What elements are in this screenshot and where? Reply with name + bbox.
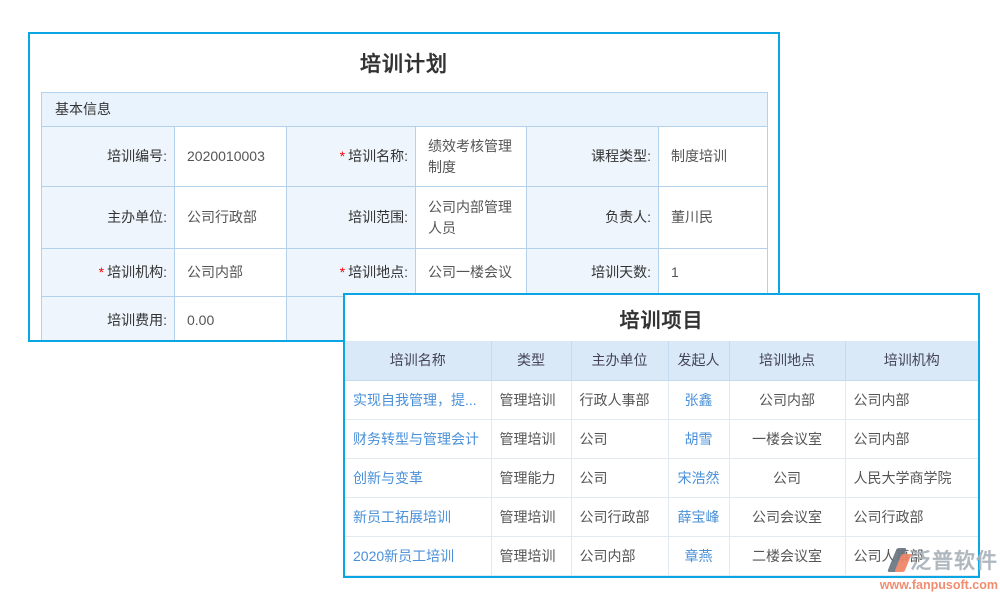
table-row: 创新与变革管理能力公司宋浩然公司人民大学商学院 — [345, 458, 978, 497]
column-header: 培训地点 — [729, 341, 845, 380]
field-label: 课程类型: — [527, 127, 659, 187]
initiator-link[interactable]: 胡雪 — [685, 431, 713, 447]
cell-initiator: 胡雪 — [668, 419, 729, 458]
field-label: 主办单位: — [42, 187, 175, 249]
cell-type: 管理能力 — [491, 458, 571, 497]
field-label: *培训地点: — [287, 249, 416, 297]
cell-institution: 公司人事部 — [845, 536, 978, 575]
cell-name: 创新与变革 — [345, 458, 491, 497]
section-header-basic-info: 基本信息 — [42, 93, 768, 127]
table-row: 2020新员工培训 管理培训公司内部 章燕二楼会议室公司人事部 — [345, 536, 978, 575]
field-label: *培训机构: — [42, 249, 175, 297]
table-row: 实现自我管理，提...管理培训行政人事部张鑫公司内部公司内部 — [345, 380, 978, 419]
cell-organizer: 公司 — [571, 419, 668, 458]
cell-location: 公司会议室 — [729, 497, 845, 536]
cell-institution: 公司内部 — [845, 419, 978, 458]
field-value: 2020010003 — [175, 127, 287, 187]
table-row: 新员工拓展培训管理培训公司行政部薛宝峰公司会议室公司行政部 — [345, 497, 978, 536]
column-header: 主办单位 — [571, 341, 668, 380]
project-name-link[interactable]: 实现自我管理，提... — [353, 392, 477, 408]
field-value: 制度培训 — [659, 127, 768, 187]
watermark-website-url: www.fanpusoft.com — [872, 578, 998, 592]
cell-type: 管理培训 — [491, 380, 571, 419]
field-label: 培训编号: — [42, 127, 175, 187]
field-value: 1 — [659, 249, 768, 297]
cell-initiator: 宋浩然 — [668, 458, 729, 497]
cell-name: 财务转型与管理会计 — [345, 419, 491, 458]
field-value: 绩效考核管理制度 — [416, 127, 527, 187]
training-projects-panel: 培训项目 培训名称类型主办单位发起人培训地点培训机构 实现自我管理，提... 管理… — [343, 293, 980, 578]
field-label: *培训名称: — [287, 127, 416, 187]
cell-name: 新员工拓展培训 — [345, 497, 491, 536]
field-value: 公司内部管理人员 — [416, 187, 527, 249]
cell-location: 公司 — [729, 458, 845, 497]
form-row: 主办单位:公司行政部培训范围:公司内部管理人员负责人:董川民 — [42, 187, 768, 249]
cell-type: 管理培训 — [491, 497, 571, 536]
column-header: 类型 — [491, 341, 571, 380]
field-value: 公司行政部 — [175, 187, 287, 249]
projects-table: 培训名称类型主办单位发起人培训地点培训机构 实现自我管理，提...管理培训行政人… — [345, 341, 978, 576]
initiator-link[interactable]: 薛宝峰 — [678, 509, 720, 525]
required-asterisk: * — [340, 264, 345, 280]
cell-initiator: 章燕 — [668, 536, 729, 575]
cell-organizer: 公司内部 — [571, 536, 668, 575]
cell-organizer: 公司行政部 — [571, 497, 668, 536]
cell-name: 2020新员工培训 — [345, 536, 491, 575]
cell-organizer: 公司 — [571, 458, 668, 497]
project-name-link[interactable]: 新员工拓展培训 — [353, 509, 451, 525]
field-label: 培训费用: — [42, 297, 175, 343]
cell-type: 管理培训 — [491, 536, 571, 575]
required-asterisk: * — [99, 264, 104, 280]
cell-institution: 公司行政部 — [845, 497, 978, 536]
project-name-link[interactable]: 2020新员工培训 — [353, 548, 454, 564]
cell-organizer: 行政人事部 — [571, 380, 668, 419]
cell-location: 二楼会议室 — [729, 536, 845, 575]
column-header: 发起人 — [668, 341, 729, 380]
cell-initiator: 张鑫 — [668, 380, 729, 419]
project-name-link[interactable]: 创新与变革 — [353, 470, 423, 486]
column-header: 培训机构 — [845, 341, 978, 380]
cell-location: 一楼会议室 — [729, 419, 845, 458]
cell-institution: 人民大学商学院 — [845, 458, 978, 497]
field-label: 培训天数: — [527, 249, 659, 297]
required-asterisk: * — [340, 148, 345, 164]
initiator-link[interactable]: 章燕 — [685, 548, 713, 564]
cell-name: 实现自我管理，提... — [345, 380, 491, 419]
training-projects-title: 培训项目 — [345, 295, 978, 341]
cell-institution: 公司内部 — [845, 380, 978, 419]
field-value: 公司一楼会议 — [416, 249, 527, 297]
cell-initiator: 薛宝峰 — [668, 497, 729, 536]
field-label: 负责人: — [527, 187, 659, 249]
form-row: *培训机构:公司内部*培训地点:公司一楼会议培训天数:1 — [42, 249, 768, 297]
cell-location: 公司内部 — [729, 380, 845, 419]
field-value: 董川民 — [659, 187, 768, 249]
training-plan-title: 培训计划 — [30, 34, 778, 92]
projects-header-row: 培训名称类型主办单位发起人培训地点培训机构 — [345, 341, 978, 380]
initiator-link[interactable]: 张鑫 — [685, 392, 713, 408]
column-header: 培训名称 — [345, 341, 491, 380]
form-row: 培训编号:2020010003*培训名称:绩效考核管理制度课程类型:制度培训 — [42, 127, 768, 187]
field-value: 公司内部 — [175, 249, 287, 297]
field-label: 培训范围: — [287, 187, 416, 249]
field-value: 0.00 — [175, 297, 287, 343]
cell-type: 管理培训 — [491, 419, 571, 458]
table-row: 财务转型与管理会计管理培训公司 胡雪一楼会议室公司内部 — [345, 419, 978, 458]
initiator-link[interactable]: 宋浩然 — [678, 470, 720, 486]
project-name-link[interactable]: 财务转型与管理会计 — [353, 431, 479, 447]
